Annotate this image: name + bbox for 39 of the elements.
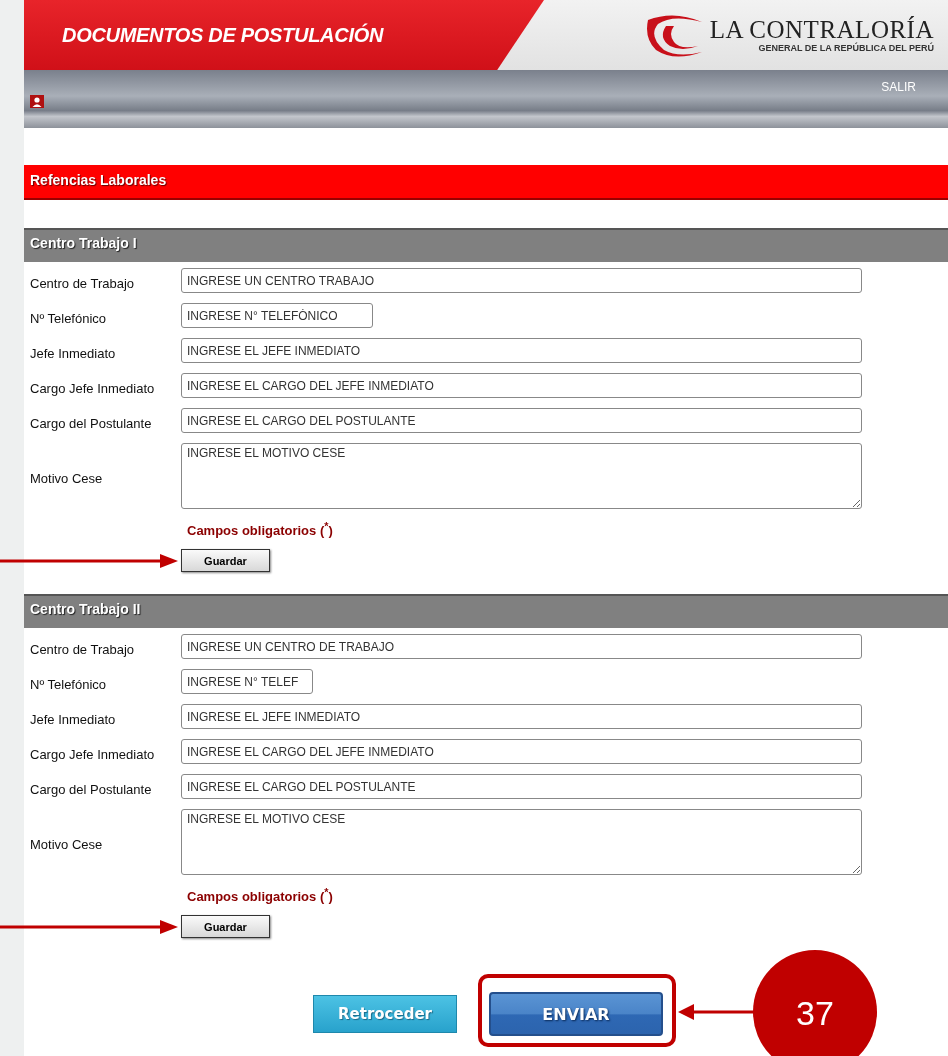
user-icon — [30, 95, 44, 108]
step-badge: 37 — [753, 950, 877, 1056]
field-label: Jefe Inmediato — [29, 344, 117, 361]
field-label: Motivo Cese — [29, 470, 104, 486]
submit-button[interactable]: ENVIAR — [489, 992, 663, 1036]
field-label: Jefe Inmediato — [29, 710, 117, 727]
field-label: Cargo Jefe Inmediato — [29, 745, 156, 762]
field-label: Centro de Trabajo — [29, 640, 136, 657]
input-field[interactable]: INGRESE UN CENTRO TRABAJO — [181, 268, 862, 293]
text-area[interactable]: INGRESE EL MOTIVO CESE — [181, 443, 862, 509]
save-button[interactable]: Guardar — [181, 915, 270, 938]
field-label: Centro de Trabajo — [29, 274, 136, 291]
section-heading: Refencias Laborales — [24, 165, 948, 200]
logo-subtitle: GENERAL DE LA REPÚBLICA DEL PERÚ — [758, 43, 934, 53]
field-label: Nº Telefónico — [29, 309, 108, 326]
field-label: Cargo del Postulante — [29, 414, 153, 431]
input-field[interactable]: INGRESE EL CARGO DEL JEFE INMEDIATO — [181, 739, 862, 764]
back-button[interactable]: Retroceder — [313, 995, 457, 1033]
input-field[interactable]: INGRESE EL CARGO DEL POSTULANTE — [181, 774, 862, 799]
input-field[interactable]: INGRESE EL JEFE INMEDIATO — [181, 338, 862, 363]
input-field[interactable]: INGRESE N° TELEF — [181, 669, 313, 694]
input-field[interactable]: INGRESE UN CENTRO DE TRABAJO — [181, 634, 862, 659]
save-button[interactable]: Guardar — [181, 549, 270, 572]
input-field[interactable]: INGRESE EL CARGO DEL JEFE INMEDIATO — [181, 373, 862, 398]
group-heading: Centro Trabajo II — [24, 594, 948, 628]
input-field[interactable]: INGRESE N° TELEFÓNICO — [181, 303, 373, 328]
field-label: Cargo Jefe Inmediato — [29, 379, 156, 396]
field-label: Nº Telefónico — [29, 675, 108, 692]
page-title: DOCUMENTOS DE POSTULACIÓN — [62, 23, 384, 47]
field-label: Motivo Cese — [29, 836, 104, 852]
required-note: Campos obligatorios ($^{*}$) — [187, 520, 334, 540]
input-field[interactable]: INGRESE EL CARGO DEL POSTULANTE — [181, 408, 862, 433]
field-label: Cargo del Postulante — [29, 780, 153, 797]
required-note: Campos obligatorios ($^{*}$) — [187, 886, 334, 906]
logo-title: LA CONTRALORÍA — [709, 17, 934, 43]
logout-link[interactable]: SALIR — [881, 80, 916, 94]
text-area[interactable]: INGRESE EL MOTIVO CESE — [181, 809, 862, 875]
group-heading: Centro Trabajo I — [24, 228, 948, 262]
input-field[interactable]: INGRESE EL JEFE INMEDIATO — [181, 704, 862, 729]
